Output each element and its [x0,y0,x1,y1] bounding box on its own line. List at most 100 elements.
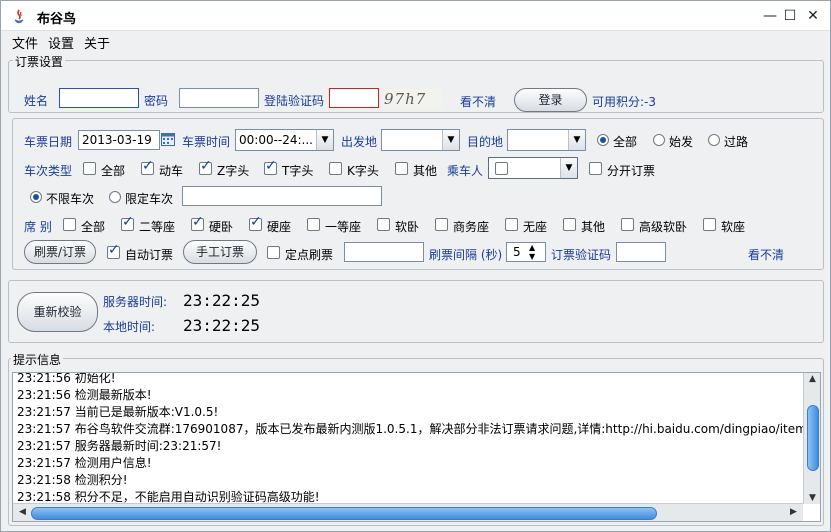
station-pass-radio[interactable] [708,134,720,146]
manual-order-button[interactable]: 手工订票 [183,240,257,264]
seat-hard-sleeper-label: 硬卧 [209,220,234,234]
refresh-captcha-link[interactable]: 看不清 [460,93,496,110]
seat-label: 席 别 [24,220,52,234]
time-select[interactable]: 00:00--24:... ▼ [235,129,334,151]
minimize-icon[interactable]: — [761,7,779,25]
seat-business-label: 商务座 [453,220,490,234]
log-line: 23:21:57 当前已是最新版本:V1.0.5! [17,405,219,419]
seat-soft-sleeper-label: 软卧 [395,220,420,234]
unlimited-train-radio[interactable] [30,191,42,203]
horizontal-scroll-thumb[interactable] [31,507,657,520]
login-button[interactable]: 登录 [514,88,587,112]
train-type-z-checkbox[interactable] [199,158,212,175]
train-type-label: 车次类型 [24,164,73,178]
scroll-down-icon[interactable]: ▼ [805,493,820,503]
vertical-scrollbar[interactable]: ▲ ▼ [803,373,820,504]
to-select[interactable]: ▼ [507,129,586,151]
order-captcha-refresh-link[interactable]: 看不清 [748,246,784,263]
name-label: 姓名 [24,94,49,108]
timed-refresh-label: 定点刷票 [285,248,334,262]
seat-second-class-checkbox[interactable] [121,214,134,231]
seat-other-checkbox[interactable] [563,218,576,231]
interval-label: 刷票间隔 (秒) [429,248,503,262]
seat-hard-seat-checkbox[interactable] [249,214,262,231]
interval-value: 5 [513,245,521,259]
name-input[interactable] [59,88,139,108]
auto-order-label: 自动订票 [125,248,174,262]
horizontal-scrollbar[interactable]: ◀ ▶ [13,503,803,521]
station-origin-radio[interactable] [653,134,665,146]
passenger-select[interactable]: ▼ [488,157,578,179]
password-label: 密码 [144,94,169,108]
seat-soft-seat-label: 软座 [721,220,746,234]
menu-file[interactable]: 文件 [12,33,38,52]
seat-soft-sleeper-checkbox[interactable] [377,218,390,231]
seat-all-checkbox[interactable] [63,218,76,231]
window-title: 布谷鸟 [37,12,77,27]
login-captcha-input[interactable] [329,88,379,108]
seat-deluxe-sleeper-label: 高级软卧 [639,220,688,234]
from-select[interactable]: ▼ [381,129,460,151]
seat-deluxe-sleeper-checkbox[interactable] [621,218,634,231]
refresh-order-button[interactable]: 刷票/订票 [24,240,96,264]
maximize-icon[interactable]: ☐ [781,7,799,25]
scroll-right-icon[interactable]: ▶ [786,507,801,517]
station-origin-label: 始发 [669,135,694,149]
train-type-k-checkbox[interactable] [329,162,342,175]
seat-first-class-label: 一等座 [325,220,362,234]
date-label: 车票日期 [24,135,73,149]
seat-other-label: 其他 [581,220,606,234]
train-type-d-checkbox[interactable] [141,158,154,175]
menu-about[interactable]: 关于 [84,33,110,52]
log-line: 23:21:57 检测用户信息! [17,456,152,470]
order-captcha-input[interactable] [616,242,666,262]
train-type-all-label: 全部 [101,164,126,178]
split-order-checkbox[interactable] [589,162,602,175]
interval-spinner[interactable]: 5 ▲ ▼ [506,242,546,262]
train-type-d-label: 动车 [159,164,184,178]
password-input[interactable] [179,88,259,108]
seat-first-class-checkbox[interactable] [307,218,320,231]
date-input[interactable]: 2013-03-19 [78,130,160,150]
time-select-value: 00:00--24:... [239,133,313,147]
menu-bar: 文件 设置 关于 [1,31,830,52]
server-time-label: 服务器时间: [103,295,168,309]
log-line: 23:21:57 服务器最新时间:23:21:57! [17,439,222,453]
spinner-arrows-icon[interactable]: ▲ ▼ [529,243,535,261]
timed-refresh-checkbox[interactable] [267,246,280,259]
scroll-up-icon[interactable]: ▲ [805,374,820,384]
train-type-other-checkbox[interactable] [395,162,408,175]
recheck-button[interactable]: 重新校验 [17,292,98,332]
train-type-t-checkbox[interactable] [264,158,277,175]
train-type-all-checkbox[interactable] [83,162,96,175]
vertical-scroll-thumb[interactable] [807,405,819,471]
seat-soft-seat-checkbox[interactable] [703,218,716,231]
seat-hard-sleeper-checkbox[interactable] [191,214,204,231]
to-label: 目的地 [467,135,504,149]
log-line: 23:21:56 初始化! [17,372,116,385]
chevron-down-icon: ▼ [442,130,459,150]
seat-hard-seat-label: 硬座 [267,220,292,234]
login-captcha-image[interactable]: 97h7 [382,89,442,109]
calendar-icon[interactable] [161,131,175,147]
app-window: 布谷鸟 — ☐ ✕ 文件 设置 关于 订票设置 姓名 密码 登陆验证码 97h7… [0,0,831,532]
title-bar: 布谷鸟 — ☐ ✕ [1,1,830,31]
unlimited-train-label: 不限车次 [46,192,95,206]
log-area[interactable]: 23:21:56 初始化! 23:21:56 检测最新版本! 23:21:57 … [12,372,821,522]
station-all-label: 全部 [613,135,638,149]
timed-refresh-input[interactable] [344,242,424,262]
seat-second-class-label: 二等座 [139,220,176,234]
server-time-value: 23:22:25 [183,291,261,310]
limited-train-radio[interactable] [109,191,121,203]
seat-business-checkbox[interactable] [435,218,448,231]
train-number-input[interactable] [182,186,382,206]
scroll-left-icon[interactable]: ◀ [15,507,30,517]
station-all-radio[interactable] [597,134,609,146]
passenger-checkbox[interactable] [495,162,508,175]
seat-all-label: 全部 [81,220,106,234]
auto-order-checkbox[interactable] [107,242,120,259]
log-line: 23:21:57 布谷鸟软件交流群:176901087，版本已发布最新内测版1.… [17,422,821,436]
menu-settings[interactable]: 设置 [48,33,74,52]
seat-none-checkbox[interactable] [505,218,518,231]
close-icon[interactable]: ✕ [804,7,822,25]
